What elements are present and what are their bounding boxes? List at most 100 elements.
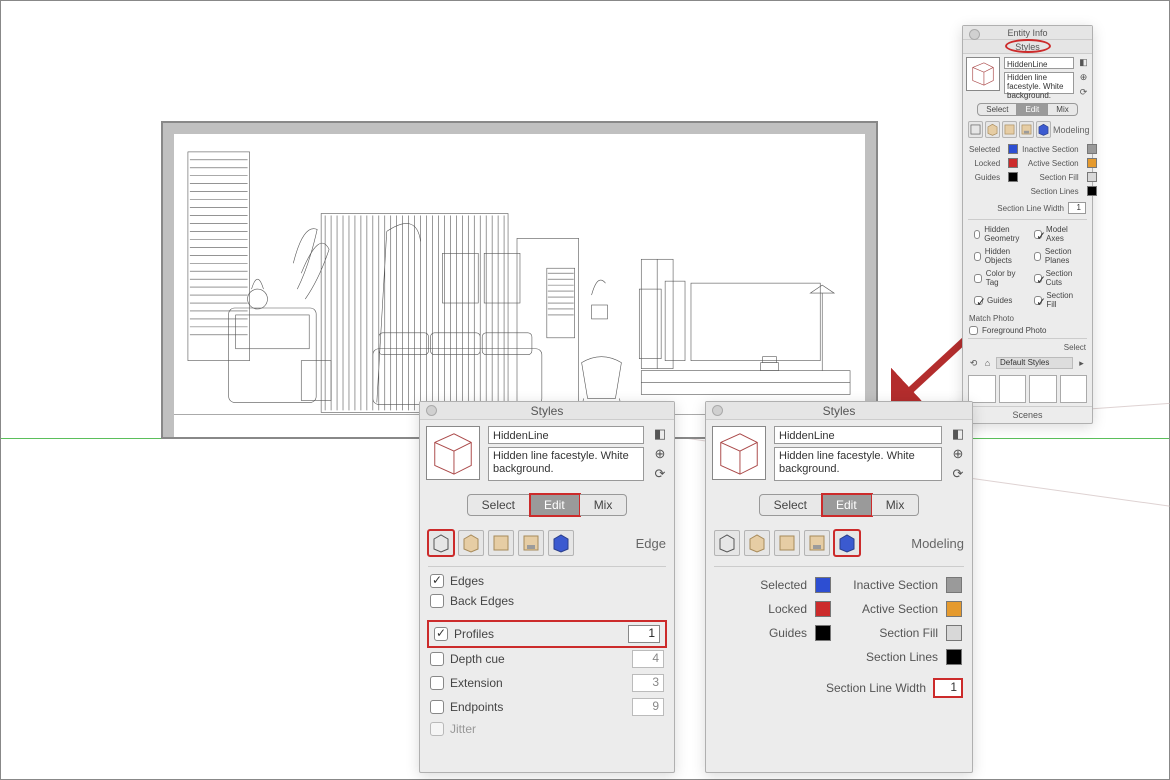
background-settings-icon[interactable] [488,530,514,556]
tab-select[interactable]: Select [977,103,1017,116]
section-fill-color[interactable] [946,625,962,641]
style-description-input[interactable]: Hidden line facestyle. White background. [774,447,942,481]
section-fill-color[interactable] [1087,172,1097,182]
section-line-width-input[interactable]: 1 [1068,202,1086,214]
style-path[interactable]: Default Styles [996,357,1073,369]
depth-cue-check[interactable] [430,652,444,666]
styles-panel-mini[interactable]: Entity Info Styles HiddenLine Hidden lin… [962,25,1093,424]
modeling-settings-icon[interactable] [1036,121,1051,138]
display-options-icon[interactable]: ◧ [950,426,966,442]
back-edges-check[interactable] [430,594,444,608]
profiles-check[interactable] [434,627,448,641]
edge-settings-icon[interactable] [968,121,983,138]
style-name-input[interactable]: HiddenLine [1004,57,1074,69]
entity-info-titlebar[interactable]: Entity Info [963,26,1092,40]
create-style-icon[interactable]: ⊕ [950,446,966,462]
modeling-settings-icon[interactable] [548,530,574,556]
jitter-check[interactable] [430,722,444,736]
tab-mix[interactable]: Mix [1048,103,1077,116]
extension-check[interactable] [430,676,444,690]
tab-mix[interactable]: Mix [580,494,628,516]
style-thumb[interactable] [1029,375,1057,403]
update-style-icon[interactable]: ⟳ [652,466,668,482]
style-thumb[interactable] [968,375,996,403]
section-cuts-check[interactable] [1034,274,1041,283]
guides-color[interactable] [815,625,831,641]
hidden-geometry-check[interactable] [974,230,980,239]
inactive-section-color[interactable] [1087,144,1097,154]
style-name-input[interactable]: HiddenLine [488,426,644,444]
hidden-objects-check[interactable] [974,252,981,261]
style-thumb[interactable] [1060,375,1088,403]
guides-check[interactable] [974,296,983,305]
tab-select[interactable]: Select [759,494,822,516]
scenes-footer[interactable]: Scenes [963,406,1092,423]
selected-color[interactable] [1008,144,1018,154]
color-by-tag-check[interactable] [974,274,982,283]
styles-titlebar-edge[interactable]: Styles [420,402,674,420]
face-settings-icon[interactable] [744,530,770,556]
styles-panel-modeling[interactable]: Styles HiddenLine Hidden line facestyle.… [705,401,973,773]
styles-titlebar-mini[interactable]: Styles [963,40,1092,54]
tab-mix[interactable]: Mix [872,494,920,516]
update-style-icon[interactable]: ⟳ [950,466,966,482]
face-settings-icon[interactable] [985,121,1000,138]
section-line-width-input[interactable]: 1 [934,679,962,697]
endpoints-value[interactable]: 9 [632,698,664,716]
tab-edit[interactable]: Edit [530,494,580,516]
home-icon[interactable]: ⌂ [982,358,993,369]
section-planes-check[interactable] [1034,252,1041,261]
face-settings-icon[interactable] [458,530,484,556]
style-description-input[interactable]: Hidden line facestyle. White background. [488,447,644,481]
locked-color[interactable] [1008,158,1018,168]
close-icon[interactable] [426,405,437,416]
tab-edit[interactable]: Edit [822,494,872,516]
locked-color[interactable] [815,601,831,617]
active-section-color[interactable] [946,601,962,617]
style-thumbnail[interactable] [966,57,1000,91]
edges-check[interactable] [430,574,444,588]
close-icon[interactable] [712,405,723,416]
edge-settings-icon[interactable] [428,530,454,556]
style-thumbnail[interactable] [426,426,480,480]
active-section-color[interactable] [1087,158,1097,168]
section-lines-color[interactable] [1087,186,1097,196]
watermark-settings-icon[interactable] [518,530,544,556]
depth-cue-value[interactable]: 4 [632,650,664,668]
close-icon[interactable] [969,29,980,40]
style-thumb[interactable] [999,375,1027,403]
watermark-settings-icon[interactable] [1019,121,1034,138]
section-lines-color[interactable] [946,649,962,665]
selected-color[interactable] [815,577,831,593]
style-description-input[interactable]: Hidden line facestyle. White background. [1004,72,1074,94]
edge-settings-icon[interactable] [714,530,740,556]
display-options-icon[interactable]: ◧ [652,426,668,442]
endpoints-check[interactable] [430,700,444,714]
watermark-settings-icon[interactable] [804,530,830,556]
style-thumbnail[interactable] [712,426,766,480]
styles-titlebar-modeling[interactable]: Styles [706,402,972,420]
update-style-icon[interactable]: ⟳ [1078,87,1089,98]
display-options-icon[interactable]: ◧ [1078,57,1089,68]
foreground-photo-check[interactable] [969,326,978,335]
details-icon[interactable]: ▸ [1076,358,1087,369]
guides-color[interactable] [1008,172,1018,182]
extension-value[interactable]: 3 [632,674,664,692]
style-header: HiddenLine Hidden line facestyle. White … [706,420,972,488]
create-style-icon[interactable]: ⊕ [1078,72,1089,83]
background-settings-icon[interactable] [1002,121,1017,138]
create-style-icon[interactable]: ⊕ [652,446,668,462]
style-name-input[interactable]: HiddenLine [774,426,942,444]
viewport[interactable] [161,121,878,439]
mode-label: Modeling [1053,125,1090,135]
styles-panel-edge[interactable]: Styles HiddenLine Hidden line facestyle.… [419,401,675,773]
section-fill-check[interactable] [1034,296,1042,305]
inactive-section-color[interactable] [946,577,962,593]
model-axes-check[interactable] [1034,230,1042,239]
tab-edit[interactable]: Edit [1017,103,1048,116]
tab-select[interactable]: Select [467,494,530,516]
modeling-settings-icon[interactable] [834,530,860,556]
background-settings-icon[interactable] [774,530,800,556]
back-icon[interactable]: ⟲ [968,358,979,369]
profiles-value[interactable]: 1 [628,625,660,643]
